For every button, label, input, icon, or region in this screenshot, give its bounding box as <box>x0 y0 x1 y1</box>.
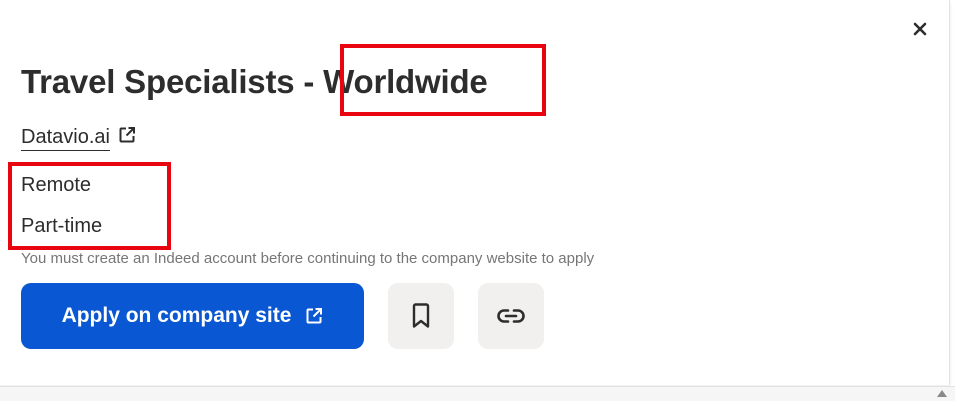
external-link-icon[interactable] <box>118 126 136 144</box>
account-notice: You must create an Indeed account before… <box>21 250 595 267</box>
save-job-button[interactable] <box>388 283 454 349</box>
job-detail-panel: Travel Specialists - Worldwide Datavio.a… <box>0 0 950 385</box>
bookmark-icon <box>412 303 430 328</box>
close-button[interactable] <box>906 15 934 43</box>
apply-button[interactable]: Apply on company site <box>21 283 364 349</box>
company-row: Datavio.ai <box>21 124 136 151</box>
job-type: Part-time <box>21 215 103 237</box>
job-location: Remote <box>21 174 92 196</box>
close-icon <box>913 22 927 36</box>
company-link[interactable]: Datavio.ai <box>21 124 110 151</box>
link-icon <box>497 309 525 323</box>
scroll-region <box>0 386 955 401</box>
scroll-up-arrow-icon[interactable] <box>937 390 947 397</box>
apply-button-label: Apply on company site <box>61 304 292 327</box>
copy-link-button[interactable] <box>478 283 544 349</box>
external-link-icon <box>306 308 323 324</box>
job-title: Travel Specialists - Worldwide <box>21 63 488 100</box>
